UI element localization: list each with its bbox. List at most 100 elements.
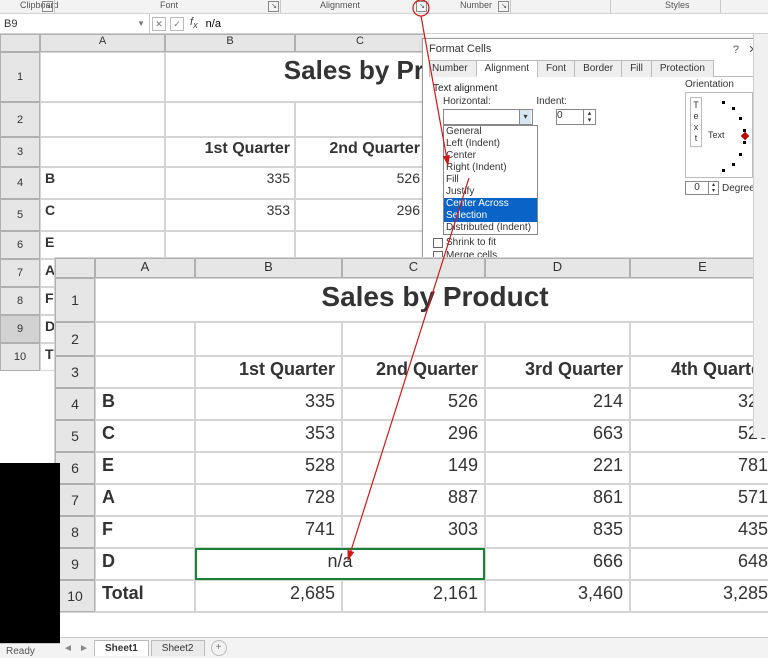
launcher-icon[interactable]: ↘ <box>42 1 53 12</box>
tab-fill[interactable]: Fill <box>621 60 652 77</box>
value-cell[interactable]: 353 <box>195 420 342 452</box>
tab-border[interactable]: Border <box>574 60 622 77</box>
row-header[interactable]: 4 <box>0 167 40 199</box>
help-icon[interactable]: ? <box>729 44 743 56</box>
row-header[interactable]: 3 <box>55 356 95 388</box>
col-header[interactable]: C <box>342 258 485 278</box>
row-header[interactable]: 6 <box>0 231 40 259</box>
value-cell[interactable]: 741 <box>195 516 342 548</box>
col-header[interactable]: A <box>95 258 195 278</box>
title-cell[interactable]: Sales by Pr <box>165 52 425 102</box>
sheet-nav-prev-icon[interactable]: ◄ <box>60 643 76 654</box>
dropdown-icon[interactable]: ▼ <box>137 19 145 28</box>
tab-protection[interactable]: Protection <box>651 60 714 77</box>
quarter-header[interactable]: 1st Quarter <box>195 356 342 388</box>
value-cell[interactable]: 861 <box>485 484 630 516</box>
horiz-option[interactable]: General <box>444 126 537 138</box>
row-header[interactable]: 7 <box>0 259 40 287</box>
value-cell[interactable]: 3,460 <box>485 580 630 612</box>
row-header[interactable]: 7 <box>55 484 95 516</box>
alignment-launcher-icon[interactable]: ↘ <box>416 1 427 12</box>
horiz-option[interactable]: Left (Indent) <box>444 138 537 150</box>
add-sheet-icon[interactable]: + <box>211 640 227 656</box>
product-cell[interactable]: D <box>95 548 195 580</box>
value-cell[interactable]: 435 <box>630 516 768 548</box>
value-cell[interactable]: 303 <box>342 516 485 548</box>
cell[interactable] <box>195 322 342 356</box>
value-cell[interactable]: 2,685 <box>195 580 342 612</box>
cell[interactable] <box>630 322 768 356</box>
value-cell[interactable]: 835 <box>485 516 630 548</box>
value-cell[interactable]: 526 <box>630 420 768 452</box>
product-cell[interactable]: C <box>95 420 195 452</box>
row-header[interactable]: 1 <box>55 278 95 322</box>
title-cell[interactable]: Sales by Product <box>95 278 768 322</box>
enter-icon[interactable]: ✓ <box>170 17 184 31</box>
fx-icon[interactable]: fx <box>190 16 198 30</box>
value-cell[interactable]: 526 <box>295 167 425 199</box>
row-header[interactable]: 9 <box>55 548 95 580</box>
horiz-option[interactable]: Fill <box>444 174 537 186</box>
value-cell[interactable]: 781 <box>630 452 768 484</box>
row-header[interactable]: 4 <box>55 388 95 420</box>
value-cell[interactable]: 663 <box>485 420 630 452</box>
product-cell[interactable]: F <box>95 516 195 548</box>
product-cell[interactable]: A <box>95 484 195 516</box>
col-header[interactable]: E <box>630 258 768 278</box>
row-header[interactable]: 2 <box>0 102 40 137</box>
horiz-option[interactable]: Center Across Selection <box>444 198 537 222</box>
value-cell[interactable]: 324 <box>630 388 768 420</box>
quarter-header[interactable]: 3rd Quarter <box>485 356 630 388</box>
product-cell[interactable]: E <box>40 231 165 259</box>
value-cell[interactable]: 571 <box>630 484 768 516</box>
col-header[interactable]: A <box>40 34 165 52</box>
vertical-scrollbar[interactable] <box>753 34 768 438</box>
value-cell[interactable]: 648 <box>630 548 768 580</box>
formula-input[interactable] <box>202 17 768 31</box>
spinner-icon[interactable]: ▴▾ <box>709 181 719 195</box>
value-cell[interactable]: 149 <box>342 452 485 484</box>
product-cell[interactable]: B <box>40 167 165 199</box>
cell[interactable] <box>95 322 195 356</box>
value-cell[interactable]: 353 <box>165 199 295 231</box>
col-header[interactable]: B <box>195 258 342 278</box>
select-all-corner[interactable] <box>0 34 40 52</box>
orientation-wheel[interactable]: Text Text <box>685 92 753 178</box>
sheet-nav-next-icon[interactable]: ► <box>76 643 92 654</box>
value-cell[interactable]: 214 <box>485 388 630 420</box>
merged-selection[interactable]: n/a <box>195 548 485 580</box>
value-cell[interactable]: 666 <box>485 548 630 580</box>
worksheet-front[interactable]: A B C D E 1 Sales by Product 2 3 1st Qua… <box>55 258 768 612</box>
product-cell[interactable]: C <box>40 199 165 231</box>
cell[interactable] <box>40 102 165 137</box>
cell[interactable] <box>95 356 195 388</box>
product-cell[interactable]: Total <box>95 580 195 612</box>
value-cell[interactable]: 221 <box>485 452 630 484</box>
value-cell[interactable]: 528 <box>195 452 342 484</box>
horiz-option[interactable]: Distributed (Indent) <box>444 222 537 234</box>
value-cell[interactable]: 2,161 <box>342 580 485 612</box>
row-header[interactable]: 6 <box>55 452 95 484</box>
spinner-icon[interactable]: ▴▾ <box>584 109 596 125</box>
value-cell[interactable]: 728 <box>195 484 342 516</box>
row-header[interactable]: 1 <box>0 52 40 102</box>
quarter-header[interactable]: 2nd Quarter <box>342 356 485 388</box>
tab-alignment[interactable]: Alignment <box>476 60 538 77</box>
value-cell[interactable]: 3,285 <box>630 580 768 612</box>
name-box[interactable]: B9 ▼ <box>0 14 150 34</box>
horiz-option[interactable]: Center <box>444 150 537 162</box>
row-header[interactable]: 2 <box>55 322 95 356</box>
value-cell[interactable]: 335 <box>195 388 342 420</box>
horiz-option[interactable]: Justify <box>444 186 537 198</box>
row-header[interactable]: 9 <box>0 315 40 343</box>
value-cell[interactable]: 526 <box>342 388 485 420</box>
value-cell[interactable] <box>165 231 295 259</box>
row-header[interactable]: 5 <box>0 199 40 231</box>
horiz-option[interactable]: Right (Indent) <box>444 162 537 174</box>
indent-value[interactable]: 0 <box>556 109 584 125</box>
product-cell[interactable]: B <box>95 388 195 420</box>
cell[interactable] <box>485 322 630 356</box>
col-header[interactable]: B <box>165 34 295 52</box>
row-header[interactable]: 8 <box>55 516 95 548</box>
launcher-icon[interactable]: ↘ <box>498 1 509 12</box>
